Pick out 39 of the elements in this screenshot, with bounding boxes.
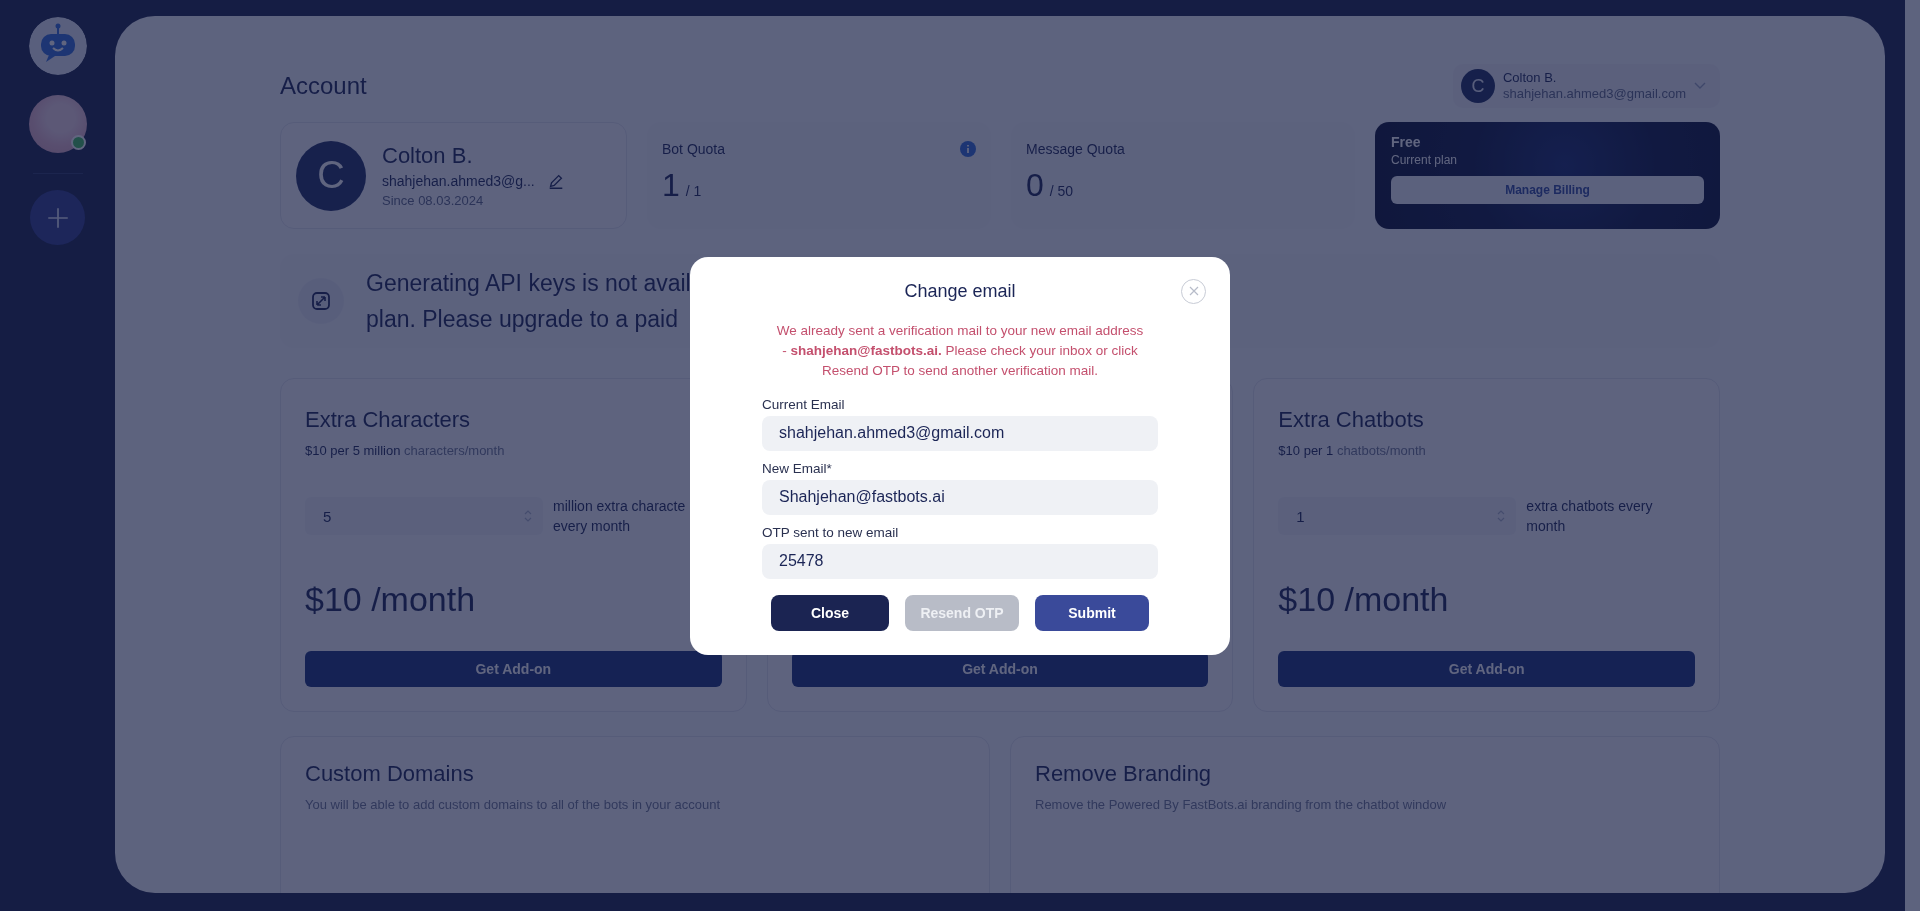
api-notice-text: plan. Please upgrade to a paid <box>366 305 680 334</box>
quota-limit: / 1 <box>685 183 702 199</box>
verification-message: We already sent a verification mail to your new email address - shahjehan@fastbots.ai. Please check your inbox or click Resend OTP to send another verification mail. <box>775 321 1145 380</box>
profile-avatar: C <box>296 140 366 211</box>
quantity-label: month <box>1526 517 1567 536</box>
field-label: OTP sent to new email <box>762 524 900 540</box>
addon-title: Extra Characters <box>305 407 472 433</box>
plan-caption: Current plan <box>1391 153 1458 167</box>
quota-value: 0 <box>1026 167 1044 204</box>
feature-title: Custom Domains <box>305 761 475 787</box>
dialog-button[interactable]: Close <box>771 594 889 631</box>
quota-value: 1 <box>662 167 680 204</box>
profile-name: Colton B. <box>382 143 474 169</box>
input-field[interactable]: 25478 <box>762 543 1158 579</box>
quota-label: Bot Quota <box>662 141 726 157</box>
get-addon-button[interactable]: Get Add-on <box>305 651 722 687</box>
manage-billing-button[interactable]: Manage Billing <box>1391 176 1704 204</box>
plan-name: Free <box>1391 134 1421 150</box>
user-name: Colton B. <box>1502 70 1558 86</box>
addon-title: Extra Chatbots <box>1278 407 1425 433</box>
user-avatar: C <box>1460 69 1495 103</box>
quota-label: Message Quota <box>1026 141 1125 157</box>
quantity-label: every month <box>553 517 632 536</box>
profile-email: shahjehan.ahmed3@g... <box>382 173 535 189</box>
addon-price: $10 /month <box>1278 580 1450 619</box>
quantity-label: million extra characte <box>553 497 686 516</box>
dialog-button[interactable]: Submit <box>1035 594 1149 631</box>
quota-limit: / 50 <box>1049 183 1074 199</box>
dialog-title: Change email <box>904 281 1016 302</box>
input-field[interactable]: Shahjehan@fastbots.ai <box>762 479 1158 515</box>
input-field[interactable]: shahjehan.ahmed3@gmail.com <box>762 415 1158 451</box>
field-label: New Email* <box>762 460 833 476</box>
field-label: Current Email <box>762 396 846 412</box>
feature-title: Remove Branding <box>1035 761 1213 787</box>
api-notice-text: Generating API keys is not avail <box>366 269 691 298</box>
page-title: Account <box>280 72 367 100</box>
addon-price: $10 /month <box>305 580 477 619</box>
quantity-label: extra chatbots every <box>1526 497 1653 516</box>
get-addon-button[interactable]: Get Add-on <box>1278 651 1695 687</box>
